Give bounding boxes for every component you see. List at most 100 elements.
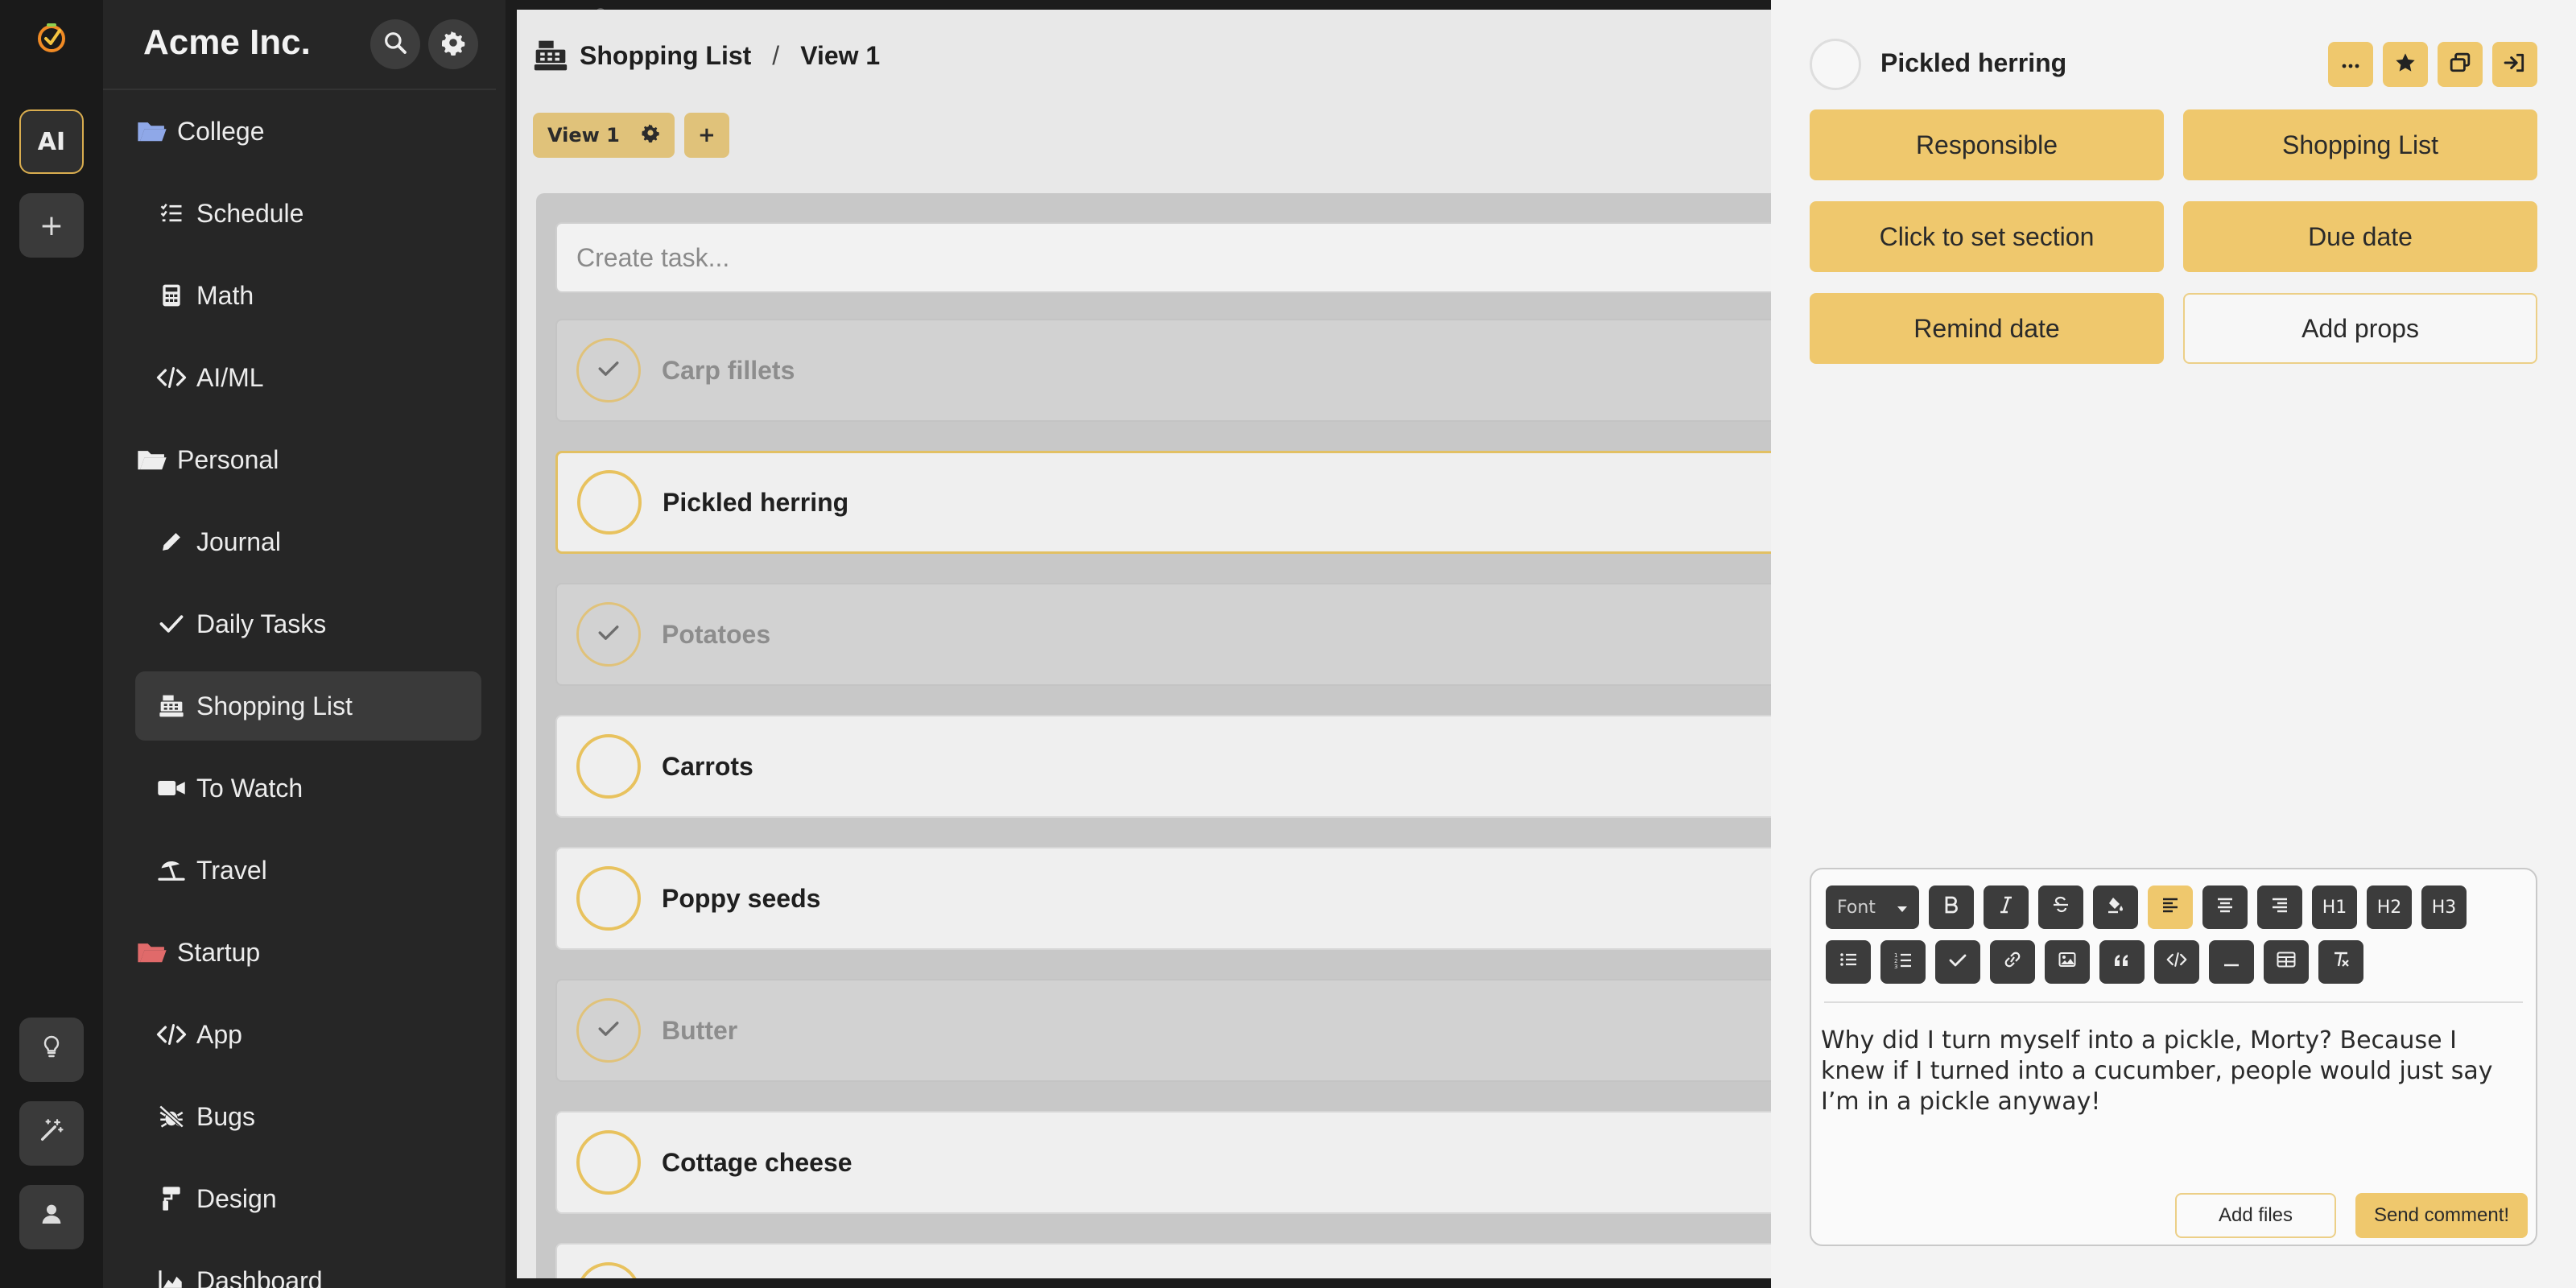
sidebar-item-ai-ml[interactable]: AI/ML	[135, 343, 481, 412]
comment-textarea[interactable]: Why did I turn myself into a pickle, Mor…	[1821, 1026, 2521, 1117]
gear-icon[interactable]	[641, 123, 660, 147]
logo-icon[interactable]	[35, 21, 68, 53]
task-complete-toggle[interactable]	[576, 602, 641, 667]
task-name: Potatoes	[662, 619, 771, 649]
sidebar-item-label: App	[196, 1019, 242, 1049]
settings-button[interactable]	[428, 19, 478, 69]
more-icon	[2341, 57, 2360, 72]
cash-register-icon	[155, 694, 188, 718]
add-files-button[interactable]: Add files	[2175, 1193, 2336, 1238]
clear-format-button[interactable]	[2318, 940, 2363, 984]
open-window-button[interactable]	[2438, 42, 2483, 87]
task-row[interactable]: Butter	[555, 979, 1773, 1082]
sidebar-item-app[interactable]: App	[135, 1000, 481, 1069]
workspace-name[interactable]: Acme Inc.	[143, 23, 311, 63]
sidebar-item-bugs[interactable]: Bugs	[135, 1082, 481, 1151]
paint-roller-icon	[155, 1186, 188, 1212]
bullet-list-button[interactable]	[1826, 940, 1871, 984]
lightbulb-icon	[39, 1034, 64, 1066]
breadcrumb-project[interactable]: Shopping List	[580, 41, 751, 71]
favorite-button[interactable]	[2383, 42, 2428, 87]
horizontal-rule-button[interactable]	[2209, 940, 2254, 984]
sidebar-item-startup[interactable]: Startup	[135, 918, 481, 987]
sidebar-item-dashboard[interactable]: Dashboard	[135, 1246, 481, 1288]
sidebar-item-schedule[interactable]: Schedule	[135, 179, 481, 248]
font-select[interactable]: Font	[1826, 886, 1919, 929]
sidebar-item-label: Math	[196, 280, 254, 310]
sidebar-item-math[interactable]: Math	[135, 261, 481, 330]
checklist-button[interactable]	[1935, 940, 1980, 984]
fill-color-button[interactable]	[2093, 886, 2138, 929]
star-icon	[2394, 52, 2417, 77]
responsible-button[interactable]: Responsible	[1810, 109, 2164, 180]
task-title[interactable]: Pickled herring	[1880, 48, 2066, 78]
heading-1-button[interactable]: H1	[2312, 886, 2357, 929]
task-complete-toggle[interactable]	[576, 866, 641, 931]
task-name: Butter	[662, 1015, 738, 1045]
breadcrumb-view[interactable]: View 1	[800, 41, 880, 71]
send-comment-button[interactable]: Send comment!	[2355, 1193, 2528, 1238]
sidebar: Acme Inc. College Schedule Math AI/ML Pe…	[103, 0, 605, 1288]
more-button[interactable]	[2328, 42, 2373, 87]
task-row[interactable]: Poppy seeds	[555, 847, 1773, 950]
create-task-input[interactable]: Create task...	[555, 222, 1773, 293]
check-icon	[1949, 952, 1967, 972]
task-complete-toggle[interactable]	[576, 1262, 641, 1278]
task-row[interactable]: Potatoes	[555, 583, 1773, 686]
task-complete-toggle[interactable]	[1810, 39, 1861, 90]
sidebar-item-shopping-list[interactable]: Shopping List	[135, 671, 481, 741]
umbrella-beach-icon	[155, 858, 188, 882]
ideas-button[interactable]	[19, 1018, 84, 1082]
align-center-button[interactable]	[2202, 886, 2248, 929]
sidebar-item-personal[interactable]: Personal	[135, 425, 481, 494]
task-complete-toggle[interactable]	[576, 734, 641, 799]
window-restore-icon	[2450, 52, 2471, 76]
close-panel-button[interactable]	[2492, 42, 2537, 87]
image-button[interactable]	[2045, 940, 2090, 984]
bold-button[interactable]	[1929, 886, 1974, 929]
tab-view-1[interactable]: View 1	[533, 113, 675, 158]
align-left-button[interactable]	[2148, 886, 2193, 929]
user-icon	[39, 1201, 64, 1233]
task-row[interactable]: Carrots	[555, 715, 1773, 818]
link-button[interactable]	[1990, 940, 2035, 984]
italic-icon	[1998, 896, 2014, 919]
due-date-button[interactable]: Due date	[2183, 201, 2537, 272]
table-button[interactable]	[2264, 940, 2309, 984]
sidebar-item-college[interactable]: College	[135, 97, 481, 166]
task-complete-toggle[interactable]	[576, 338, 641, 402]
heading-2-button[interactable]: H2	[2367, 886, 2412, 929]
italic-button[interactable]	[1984, 886, 2029, 929]
add-props-button[interactable]: Add props	[2183, 293, 2537, 364]
sidebar-item-daily-tasks[interactable]: Daily Tasks	[135, 589, 481, 658]
heading-3-button[interactable]: H3	[2421, 886, 2467, 929]
numbered-list-button[interactable]: 123	[1880, 940, 1926, 984]
ai-workspace-button[interactable]: AI	[19, 109, 84, 174]
task-row[interactable]: Cottage cheese	[555, 1111, 1773, 1214]
task-row[interactable]	[555, 1243, 1773, 1278]
task-row[interactable]: Carp fillets	[555, 319, 1773, 422]
remind-date-button[interactable]: Remind date	[1810, 293, 2164, 364]
project-button[interactable]: Shopping List	[2183, 109, 2537, 180]
search-button[interactable]	[370, 19, 420, 69]
task-complete-toggle[interactable]	[576, 998, 641, 1063]
calculator-icon	[155, 283, 188, 308]
sidebar-item-journal[interactable]: Journal	[135, 507, 481, 576]
code-block-button[interactable]	[2154, 940, 2199, 984]
task-row[interactable]: Pickled herring	[555, 451, 1773, 554]
check-icon	[597, 359, 621, 382]
align-right-button[interactable]	[2257, 886, 2302, 929]
profile-button[interactable]	[19, 1185, 84, 1249]
strikethrough-button[interactable]	[2038, 886, 2083, 929]
quote-button[interactable]	[2099, 940, 2145, 984]
add-view-button[interactable]: +	[683, 113, 729, 158]
sidebar-item-travel[interactable]: Travel	[135, 836, 481, 905]
task-complete-toggle[interactable]	[576, 1130, 641, 1195]
magic-button[interactable]	[19, 1101, 84, 1166]
sidebar-item-design[interactable]: Design	[135, 1164, 481, 1233]
sidebar-item-to-watch[interactable]: To Watch	[135, 753, 481, 823]
section-button[interactable]: Click to set section	[1810, 201, 2164, 272]
task-complete-toggle[interactable]	[577, 470, 642, 535]
add-workspace-button[interactable]: +	[19, 193, 84, 258]
tab-label: View 1	[547, 124, 620, 147]
